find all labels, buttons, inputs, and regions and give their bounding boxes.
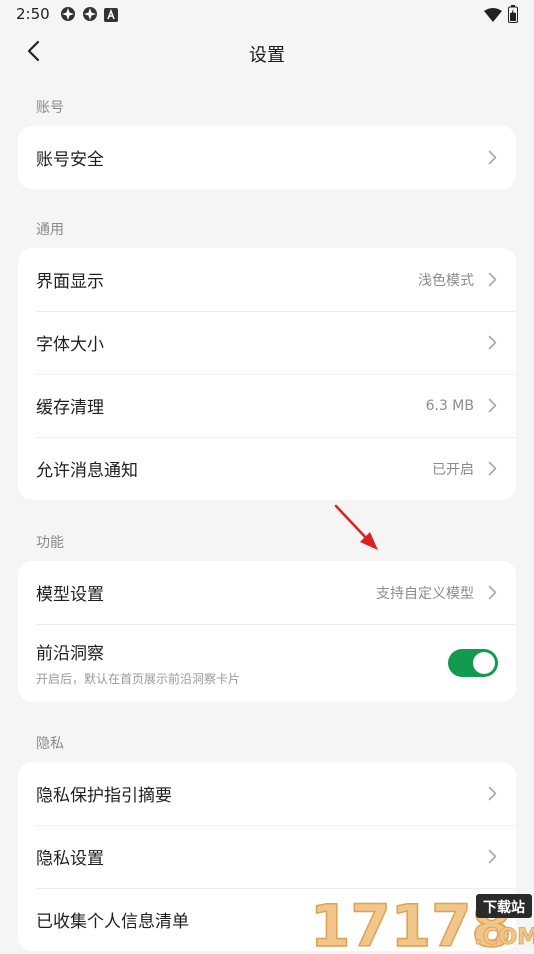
status-bar: 2:50 [0, 0, 534, 28]
a-icon [104, 7, 118, 26]
card-features: 模型设置 支持自定义模型 前沿洞察 开启后，默认在首页展示前沿洞察卡片 [18, 561, 516, 702]
status-time: 2:50 [16, 5, 50, 23]
row-label: 隐私保护指引摘要 [36, 786, 172, 806]
row-label: 模型设置 [36, 585, 104, 605]
chevron-right-icon [486, 849, 498, 865]
row-label: 允许消息通知 [36, 461, 138, 481]
status-right-icons [484, 5, 518, 27]
row-value: 支持自定义模型 [376, 585, 474, 602]
section-header-account: 账号 [36, 100, 64, 116]
status-left-icons [60, 6, 118, 26]
page-title: 设置 [249, 45, 285, 66]
row-value: 浅色模式 [418, 272, 474, 289]
app-notification-icon [82, 6, 98, 26]
row-description: 开启后，默认在首页展示前沿洞察卡片 [36, 672, 241, 686]
app-notification-icon [60, 6, 76, 26]
row-font-size[interactable]: 字体大小 [18, 311, 516, 374]
chevron-right-icon [486, 335, 498, 351]
annotation-arrow-icon [332, 502, 384, 558]
row-label: 前沿洞察 [36, 644, 104, 664]
watermark-logo: 17178 下载站 .COM [308, 888, 534, 954]
chevron-right-icon [486, 786, 498, 802]
watermark-site: .COM [474, 925, 534, 950]
toggle-knob [473, 652, 495, 674]
row-model-settings[interactable]: 模型设置 支持自定义模型 [18, 561, 516, 624]
row-label: 字体大小 [36, 335, 104, 355]
chevron-right-icon [486, 461, 498, 477]
battery-icon [508, 5, 518, 27]
card-account: 账号安全 [18, 126, 516, 189]
row-notifications[interactable]: 允许消息通知 已开启 [18, 437, 516, 500]
nav-bar: 设置 [0, 28, 534, 78]
row-privacy-guide[interactable]: 隐私保护指引摘要 [18, 762, 516, 825]
row-label: 缓存清理 [36, 398, 104, 418]
row-value: 6.3 MB [425, 397, 474, 414]
row-label: 界面显示 [36, 272, 104, 292]
row-privacy-settings[interactable]: 隐私设置 [18, 825, 516, 888]
watermark-badge: 下载站 [483, 899, 525, 916]
row-clear-cache[interactable]: 缓存清理 6.3 MB [18, 374, 516, 437]
chevron-right-icon [486, 398, 498, 414]
row-value: 已开启 [432, 461, 474, 478]
chevron-right-icon [486, 150, 498, 166]
row-label: 账号安全 [36, 150, 104, 170]
row-account-security[interactable]: 账号安全 [18, 126, 516, 189]
section-header-general: 通用 [36, 222, 64, 238]
section-header-features: 功能 [36, 535, 64, 551]
row-frontier-insights: 前沿洞察 开启后，默认在首页展示前沿洞察卡片 [18, 624, 516, 702]
frontier-insights-toggle[interactable] [448, 649, 498, 677]
section-header-privacy: 隐私 [36, 736, 64, 752]
chevron-right-icon [486, 585, 498, 601]
row-display[interactable]: 界面显示 浅色模式 [18, 248, 516, 311]
row-label: 隐私设置 [36, 849, 104, 869]
wifi-icon [484, 7, 502, 26]
chevron-right-icon [486, 272, 498, 288]
card-general: 界面显示 浅色模式 字体大小 缓存清理 6.3 MB 允许消息通知 已开启 [18, 248, 516, 500]
